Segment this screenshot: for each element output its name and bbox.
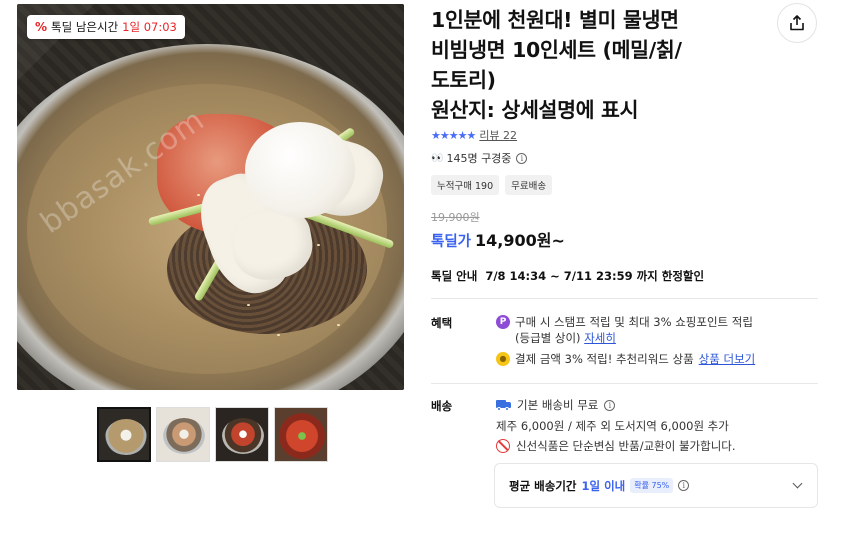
shipping-extra-row: 제주 6,000원 / 제주 외 도서지역 6,000원 추가 [496, 418, 729, 434]
truck-icon [496, 399, 511, 411]
deal-timer-value: 1일 07:03 [122, 20, 177, 34]
original-price: 19,900원 [431, 211, 480, 224]
share-button[interactable] [777, 3, 817, 43]
more-products-link[interactable]: 상품 더보기 [699, 351, 756, 367]
deal-timer-badge: % 톡딜 남은시간 1일 07:03 [27, 15, 185, 39]
sesame-seed [317, 244, 320, 246]
benefit-details-link[interactable]: 자세히 [584, 331, 616, 345]
avg-delivery-label: 평균 배송기간 [509, 478, 577, 493]
deal-info-period: 7/8 14:34 ~ 7/11 23:59 까지 한정할인 [485, 269, 705, 283]
review-count-link[interactable]: 리뷰 22 [479, 127, 517, 143]
viewer-count-row: 👀 145명 구경중 i [431, 150, 528, 166]
benefit-points-text: 구매 시 스탬프 적립 및 최대 3% 쇼핑포인트 적립 [515, 315, 753, 329]
shipping-extra-text: 제주 6,000원 / 제주 외 도서지역 6,000원 추가 [496, 419, 729, 433]
prohibited-icon [496, 439, 510, 453]
coin-icon: ● [496, 352, 510, 366]
tag-cumulative-purchase: 누적구매 190 [431, 175, 500, 195]
benefits-label: 혜택 [431, 316, 453, 330]
shipping-basic-text: 기본 배송비 무료 [517, 398, 599, 412]
star-rating-icon: ★★★★★ [431, 128, 476, 142]
deal-price-value: 14,900원~ [475, 231, 565, 250]
price-row: 톡딜가 14,900원~ [431, 227, 565, 251]
thumbnail-strip [97, 407, 328, 462]
deal-price-label: 톡딜가 [431, 234, 472, 250]
divider [431, 383, 818, 384]
shipping-basic-row: 기본 배송비 무료 i [496, 397, 616, 413]
info-icon[interactable]: i [516, 152, 528, 164]
deal-info-label: 톡딜 안내 [431, 269, 478, 283]
egg-shape [245, 122, 355, 218]
probability-badge: 확률 75% [630, 478, 674, 493]
sesame-seed [197, 194, 200, 196]
sesame-seed [337, 324, 340, 326]
deal-info-row: 톡딜 안내 7/8 14:34 ~ 7/11 23:59 까지 한정할인 [431, 268, 704, 284]
average-delivery-dropdown[interactable]: 평균 배송기간 1일 이내 확률 75% i [494, 463, 818, 508]
info-icon[interactable]: i [604, 399, 616, 411]
shipping-notice-row: 신선식품은 단순변심 반품/교환이 불가합니다. [496, 438, 736, 454]
info-icon[interactable]: i [678, 480, 690, 491]
benefit-item-points: P 구매 시 스탬프 적립 및 최대 3% 쇼핑포인트 적립 (등급별 상이) … [496, 314, 753, 346]
deal-timer-label: 톡딜 남은시간 [51, 20, 119, 34]
sesame-seed [277, 334, 280, 336]
share-icon [790, 15, 804, 31]
product-title: 1인분에 천원대! 별미 물냉면 비빔냉면 10인세트 (메밀/칡/ 도토리) … [431, 5, 751, 125]
product-title-line: 비빔냉면 10인세트 (메밀/칡/ [431, 38, 682, 62]
viewer-count-text: 145명 구경중 [446, 152, 512, 165]
benefit-points-note: (등급별 상이) [515, 331, 581, 345]
thumbnail-4[interactable] [274, 407, 328, 462]
sesame-seed [247, 304, 250, 306]
benefit-item-reward: ● 결제 금액 3% 적립! 추천리워드 상품 상품 더보기 [496, 351, 755, 367]
main-product-image[interactable]: bbasak.com [17, 4, 404, 390]
chevron-down-icon[interactable] [792, 478, 803, 489]
avg-delivery-value: 1일 이내 [581, 478, 626, 493]
tag-list: 누적구매 190 무료배송 [431, 175, 553, 195]
divider [431, 298, 818, 299]
percent-icon: % [35, 20, 48, 34]
product-title-line: 1인분에 천원대! 별미 물냉면 [431, 8, 679, 32]
point-icon: P [496, 315, 510, 329]
tag-free-shipping: 무료배송 [505, 175, 553, 195]
thumbnail-3[interactable] [215, 407, 269, 462]
product-title-line: 도토리) [431, 68, 496, 92]
eyes-icon: 👀 [431, 152, 444, 164]
shipping-notice-text: 신선식품은 단순변심 반품/교환이 불가합니다. [516, 439, 736, 453]
thumbnail-2[interactable] [156, 407, 210, 462]
shipping-label: 배송 [431, 399, 453, 413]
benefit-reward-text: 결제 금액 3% 적립! 추천리워드 상품 [515, 352, 694, 366]
rating-row: ★★★★★ 리뷰 22 [431, 127, 517, 143]
product-origin-line: 원산지: 상세설명에 표시 [431, 98, 639, 122]
thumbnail-1[interactable] [97, 407, 151, 462]
